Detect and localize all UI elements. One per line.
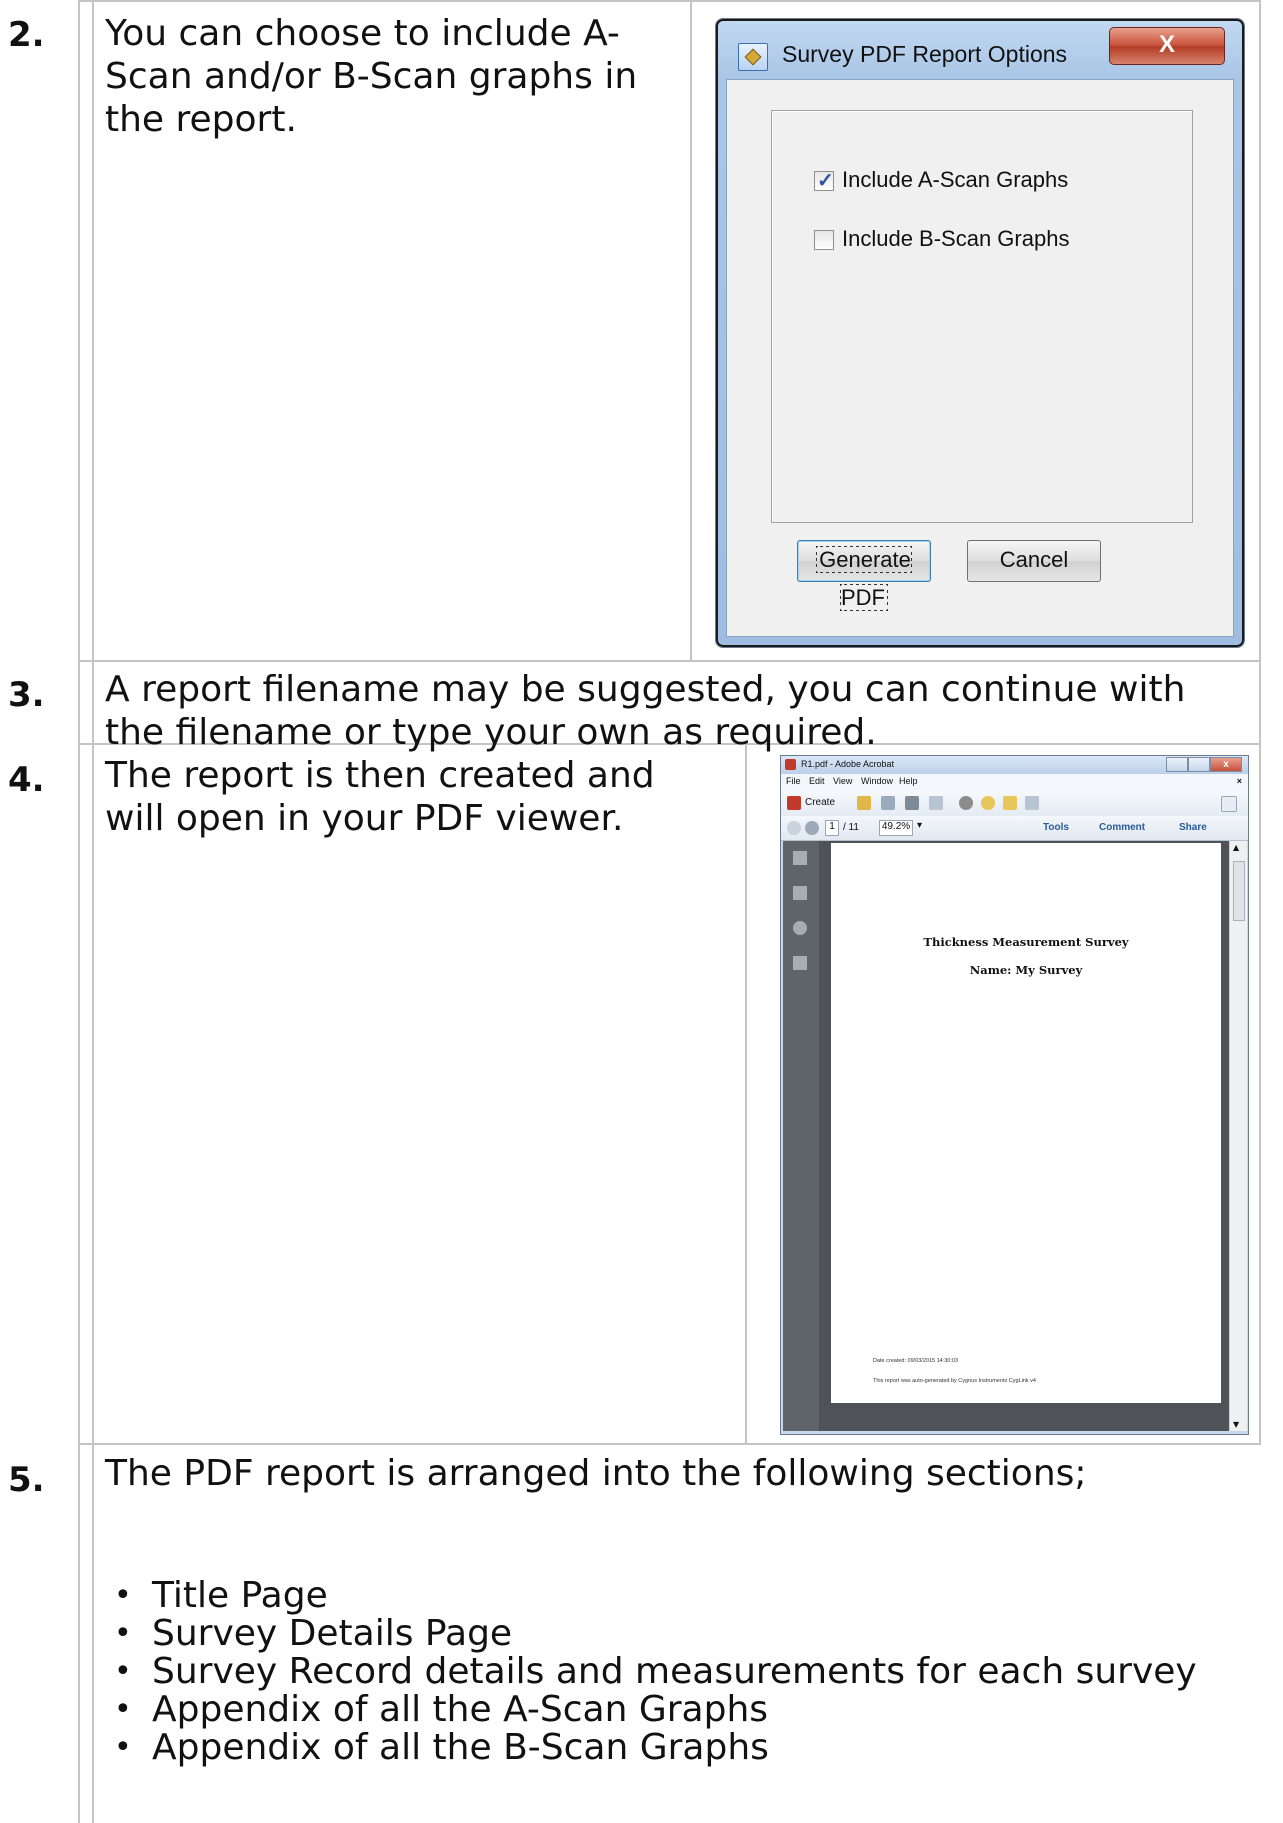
- maximize-icon[interactable]: [1188, 757, 1210, 772]
- step-number: 3.: [8, 675, 45, 715]
- table-border-top: [78, 0, 1261, 2]
- survey-name: Name: My Survey: [969, 963, 1083, 977]
- pdf-page: Thickness Measurement Survey Name: My Su…: [831, 843, 1221, 1403]
- signatures-icon[interactable]: [793, 956, 807, 970]
- acrobat-title: R1.pdf - Adobe Acrobat: [801, 759, 895, 769]
- acrobat-titlebar: R1.pdf - Adobe Acrobat x: [781, 756, 1248, 774]
- cancel-button[interactable]: Cancel: [967, 540, 1101, 582]
- close-button[interactable]: X: [1109, 27, 1225, 65]
- pdf-file-icon: [785, 759, 796, 770]
- step-text: The PDF report is arranged into the foll…: [105, 1453, 1087, 1494]
- include-b-scan-checkbox[interactable]: Include B-Scan Graphs: [814, 226, 1069, 252]
- window-controls: x: [1166, 757, 1242, 772]
- dialog-client-area: Include A-Scan Graphs Include B-Scan Gra…: [726, 79, 1234, 637]
- comment-icon[interactable]: [981, 796, 995, 810]
- text-line: will open in your PDF viewer.: [105, 798, 624, 839]
- pages-icon[interactable]: [793, 851, 807, 865]
- checkbox-label: Include B-Scan Graphs: [842, 226, 1070, 251]
- share-tab[interactable]: Share: [1179, 822, 1207, 833]
- bookmarks-icon[interactable]: [793, 886, 807, 900]
- close-icon[interactable]: x: [1210, 757, 1242, 772]
- text-line: You can choose to include A-: [105, 13, 620, 54]
- text-line: Scan and/or B-Scan graphs in: [105, 56, 638, 97]
- table-border-left: [78, 0, 80, 1823]
- page-footer: This report was auto-generated by Cygnus…: [873, 1378, 1036, 1384]
- zoom-dropdown-icon[interactable]: ▾: [917, 820, 922, 831]
- tools-tab[interactable]: Tools: [1043, 822, 1069, 833]
- print-icon[interactable]: [905, 796, 919, 810]
- comment-tab[interactable]: Comment: [1099, 822, 1145, 833]
- row-divider: [78, 1443, 1261, 1445]
- close-document-icon[interactable]: ×: [1237, 776, 1242, 786]
- sign-icon[interactable]: [1025, 796, 1039, 810]
- menu-window[interactable]: Window: [861, 776, 893, 786]
- create-icon: [787, 796, 801, 810]
- save-icon[interactable]: [881, 796, 895, 810]
- menu-view[interactable]: View: [833, 776, 852, 786]
- acrobat-menubar: File Edit View Window Help ×: [781, 774, 1248, 790]
- scroll-up-icon[interactable]: ▲: [1233, 843, 1239, 852]
- menu-help[interactable]: Help: [899, 776, 918, 786]
- generate-pdf-button[interactable]: Generate PDF: [797, 540, 931, 611]
- page-title: Thickness Measurement Survey: [923, 935, 1129, 949]
- acrobat-navbar: 1 / 11 49.2% ▾ Tools Comment Share: [781, 816, 1248, 841]
- step-text: You can choose to include A- Scan and/or…: [105, 12, 685, 141]
- list-item: Appendix of all the A-Scan Graphs: [114, 1691, 1197, 1730]
- page-total: / 11: [843, 822, 859, 833]
- text-line: The report is then created and: [105, 755, 655, 796]
- list-item: Title Page: [114, 1577, 1197, 1616]
- checkbox-unchecked-icon[interactable]: [814, 230, 834, 251]
- pdf-options-dialog: Survey PDF Report Options X Include A-Sc…: [715, 18, 1245, 648]
- acrobat-window: R1.pdf - Adobe Acrobat x File Edit View …: [780, 755, 1249, 1435]
- vertical-scrollbar[interactable]: ▲ ▼: [1229, 841, 1247, 1431]
- step-number: 2.: [8, 15, 45, 55]
- scroll-thumb[interactable]: [1233, 861, 1245, 921]
- image-column-divider: [745, 743, 747, 1443]
- next-page-icon[interactable]: [805, 821, 819, 835]
- step-text: A report filename may be suggested, you …: [105, 668, 1255, 754]
- app-icon: [738, 43, 768, 71]
- date-created: Date created: 09/03/2015 14:30:03: [873, 1358, 959, 1364]
- text-line: the report.: [105, 99, 297, 140]
- checkbox-label: Include A-Scan Graphs: [842, 167, 1069, 192]
- step-text: The report is then created and will open…: [105, 754, 735, 840]
- options-group: Include A-Scan Graphs Include B-Scan Gra…: [771, 110, 1193, 523]
- list-item: Survey Details Page: [114, 1615, 1197, 1654]
- acrobat-toolbar: Create: [781, 790, 1248, 817]
- text-line: the filename or type your own as require…: [105, 712, 877, 753]
- step-number: 4.: [8, 760, 45, 800]
- include-a-scan-checkbox[interactable]: Include A-Scan Graphs: [814, 167, 1068, 193]
- stamp-icon[interactable]: [1003, 796, 1017, 810]
- create-button[interactable]: Create: [805, 797, 835, 808]
- button-label: Generate PDF: [816, 546, 912, 611]
- list-item: Appendix of all the B-Scan Graphs: [114, 1729, 1197, 1768]
- checkbox-checked-icon[interactable]: [814, 168, 834, 193]
- prev-page-icon[interactable]: [787, 821, 801, 835]
- minimize-icon[interactable]: [1166, 757, 1188, 772]
- list-item: Survey Record details and measurements f…: [114, 1653, 1197, 1692]
- expand-icon[interactable]: [1221, 796, 1237, 812]
- section-list: Title Page Survey Details Page Survey Re…: [114, 1577, 1197, 1768]
- page-number-input[interactable]: 1: [825, 820, 839, 836]
- attachments-icon[interactable]: [793, 921, 807, 935]
- menu-file[interactable]: File: [786, 776, 801, 786]
- menu-edit[interactable]: Edit: [809, 776, 825, 786]
- step-number: 5.: [8, 1460, 45, 1500]
- document-view: Thickness Measurement Survey Name: My Su…: [819, 841, 1229, 1431]
- open-folder-icon[interactable]: [857, 796, 871, 810]
- text-line: A report filename may be suggested, you …: [105, 669, 1186, 710]
- image-column-divider: [690, 0, 692, 660]
- email-icon[interactable]: [929, 796, 943, 810]
- row-divider: [78, 660, 1261, 662]
- num-column-divider: [92, 0, 94, 1823]
- scroll-down-icon[interactable]: ▼: [1233, 1420, 1239, 1429]
- dialog-title: Survey PDF Report Options: [782, 41, 1068, 67]
- zoom-input[interactable]: 49.2%: [879, 820, 913, 836]
- navigation-pane: [783, 841, 819, 1431]
- settings-icon[interactable]: [959, 796, 973, 810]
- table-border-right: [1259, 0, 1261, 1443]
